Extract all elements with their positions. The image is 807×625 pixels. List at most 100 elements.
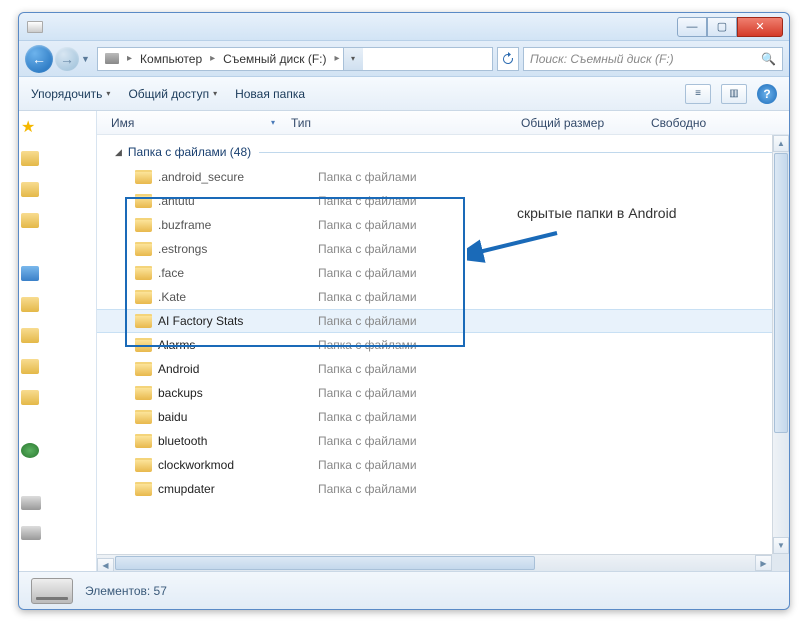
sidebar-item[interactable] bbox=[21, 151, 39, 166]
status-count: Элементов: 57 bbox=[85, 584, 167, 598]
drive-icon bbox=[31, 578, 73, 604]
sidebar-item[interactable] bbox=[21, 526, 41, 540]
body: ★ Имя ▾ bbox=[19, 111, 789, 571]
column-headers: Имя ▾ Тип Общий размер Свободно bbox=[97, 111, 789, 135]
file-row[interactable]: .faceПапка с файлами bbox=[97, 261, 789, 285]
file-type: Папка с файлами bbox=[318, 218, 417, 232]
sidebar-item[interactable] bbox=[21, 297, 39, 312]
favorites-icon[interactable]: ★ bbox=[21, 117, 39, 135]
group-line bbox=[259, 152, 783, 153]
scroll-down-button[interactable]: ▼ bbox=[773, 537, 789, 554]
folder-icon bbox=[135, 482, 152, 496]
file-name: .face bbox=[158, 266, 318, 280]
file-name: .antutu bbox=[158, 194, 318, 208]
breadcrumb-sep[interactable]: ▸ bbox=[124, 53, 135, 64]
nav-sidebar: ★ bbox=[19, 111, 97, 571]
close-button[interactable]: ✕ bbox=[737, 17, 783, 37]
file-row[interactable]: cmupdaterПапка с файлами bbox=[97, 477, 789, 501]
breadcrumb-computer[interactable]: Компьютер bbox=[135, 48, 207, 70]
status-bar: Элементов: 57 bbox=[19, 571, 789, 609]
vertical-scrollbar[interactable]: ▲ ▼ bbox=[772, 135, 789, 571]
breadcrumb-drive[interactable]: Съемный диск (F:) bbox=[218, 48, 331, 70]
file-type: Папка с файлами bbox=[318, 242, 417, 256]
file-row[interactable]: .antutuПапка с файлами bbox=[97, 189, 789, 213]
scroll-left-button[interactable]: ◀ bbox=[97, 558, 114, 572]
file-name: .Kate bbox=[158, 290, 318, 304]
breadcrumb-sep[interactable]: ▸ bbox=[332, 53, 343, 64]
file-name: baidu bbox=[158, 410, 318, 424]
refresh-button[interactable] bbox=[497, 47, 519, 71]
nav-bar: ← → ▼ ▸ Компьютер ▸ Съемный диск (F:) ▸ … bbox=[19, 41, 789, 77]
file-row[interactable]: AlarmsПапка с файлами bbox=[97, 333, 789, 357]
explorer-window: — ▢ ✕ ← → ▼ ▸ Компьютер ▸ Съемный диск (… bbox=[18, 12, 790, 610]
horizontal-scrollbar[interactable]: ◀ ▶ bbox=[97, 554, 772, 571]
breadcrumb-sep[interactable]: ▸ bbox=[207, 53, 218, 64]
nav-history-dropdown[interactable]: ▼ bbox=[81, 54, 93, 64]
libraries-icon[interactable] bbox=[21, 266, 39, 281]
folder-icon bbox=[135, 266, 152, 280]
maximize-button[interactable]: ▢ bbox=[707, 17, 737, 37]
back-button[interactable]: ← bbox=[25, 45, 53, 73]
search-placeholder: Поиск: Съемный диск (F:) bbox=[530, 52, 674, 66]
column-name[interactable]: Имя ▾ bbox=[105, 111, 285, 134]
sidebar-item[interactable] bbox=[21, 328, 39, 343]
file-row[interactable]: .android_secureПапка с файлами bbox=[97, 165, 789, 189]
folder-icon bbox=[135, 314, 152, 328]
file-row[interactable]: baiduПапка с файлами bbox=[97, 405, 789, 429]
share-button[interactable]: Общий доступ ▾ bbox=[128, 87, 217, 101]
file-row[interactable]: backupsПапка с файлами bbox=[97, 381, 789, 405]
window-controls: — ▢ ✕ bbox=[677, 17, 783, 37]
view-mode-button[interactable]: ≡ bbox=[685, 84, 711, 104]
breadcrumb[interactable]: ▸ Компьютер ▸ Съемный диск (F:) ▸ ▾ bbox=[97, 47, 493, 71]
scroll-corner bbox=[772, 554, 789, 571]
file-row[interactable]: .KateПапка с файлами bbox=[97, 285, 789, 309]
file-row[interactable]: bluetoothПапка с файлами bbox=[97, 429, 789, 453]
homegroup-icon[interactable] bbox=[21, 443, 39, 458]
file-name: .estrongs bbox=[158, 242, 318, 256]
file-row[interactable]: AI Factory StatsПапка с файлами bbox=[97, 309, 789, 333]
file-type: Папка с файлами bbox=[318, 170, 417, 184]
scroll-thumb[interactable] bbox=[115, 556, 535, 570]
preview-pane-button[interactable]: ▥ bbox=[721, 84, 747, 104]
folder-icon bbox=[135, 338, 152, 352]
refresh-icon bbox=[501, 52, 515, 66]
folder-icon bbox=[135, 194, 152, 208]
search-icon: 🔍 bbox=[761, 52, 776, 66]
file-name: backups bbox=[158, 386, 318, 400]
column-type[interactable]: Тип bbox=[285, 111, 515, 134]
folder-icon bbox=[135, 434, 152, 448]
file-name: .buzframe bbox=[158, 218, 318, 232]
toolbar-right: ≡ ▥ ? bbox=[685, 84, 777, 104]
search-input[interactable]: Поиск: Съемный диск (F:) 🔍 bbox=[523, 47, 783, 71]
share-label: Общий доступ bbox=[128, 87, 209, 101]
sidebar-item[interactable] bbox=[21, 213, 39, 228]
new-folder-button[interactable]: Новая папка bbox=[235, 87, 305, 101]
file-type: Папка с файлами bbox=[318, 482, 417, 496]
help-button[interactable]: ? bbox=[757, 84, 777, 104]
file-row[interactable]: AndroidПапка с файлами bbox=[97, 357, 789, 381]
file-row[interactable]: clockworkmodПапка с файлами bbox=[97, 453, 789, 477]
forward-button[interactable]: → bbox=[55, 47, 79, 71]
breadcrumb-dropdown[interactable]: ▾ bbox=[343, 48, 363, 70]
group-header[interactable]: ◢ Папка с файлами (48) bbox=[97, 135, 789, 165]
scroll-up-button[interactable]: ▲ bbox=[773, 135, 789, 152]
computer-icon[interactable] bbox=[21, 496, 41, 510]
sidebar-item[interactable] bbox=[21, 390, 39, 405]
scroll-thumb[interactable] bbox=[774, 153, 788, 433]
organize-button[interactable]: Упорядочить ▾ bbox=[31, 87, 110, 101]
toolbar: Упорядочить ▾ Общий доступ ▾ Новая папка… bbox=[19, 77, 789, 111]
file-type: Папка с файлами bbox=[318, 458, 417, 472]
scroll-right-button[interactable]: ▶ bbox=[755, 555, 772, 571]
file-type: Папка с файлами bbox=[318, 266, 417, 280]
sidebar-item[interactable] bbox=[21, 359, 39, 374]
file-type: Папка с файлами bbox=[318, 194, 417, 208]
file-row[interactable]: .buzframeПапка с файлами bbox=[97, 213, 789, 237]
file-type: Папка с файлами bbox=[318, 314, 417, 328]
column-free[interactable]: Свободно bbox=[645, 111, 789, 134]
new-folder-label: Новая папка bbox=[235, 87, 305, 101]
file-row[interactable]: .estrongsПапка с файлами bbox=[97, 237, 789, 261]
titlebar: — ▢ ✕ bbox=[19, 13, 789, 41]
column-size[interactable]: Общий размер bbox=[515, 111, 645, 134]
minimize-button[interactable]: — bbox=[677, 17, 707, 37]
sidebar-item[interactable] bbox=[21, 182, 39, 197]
